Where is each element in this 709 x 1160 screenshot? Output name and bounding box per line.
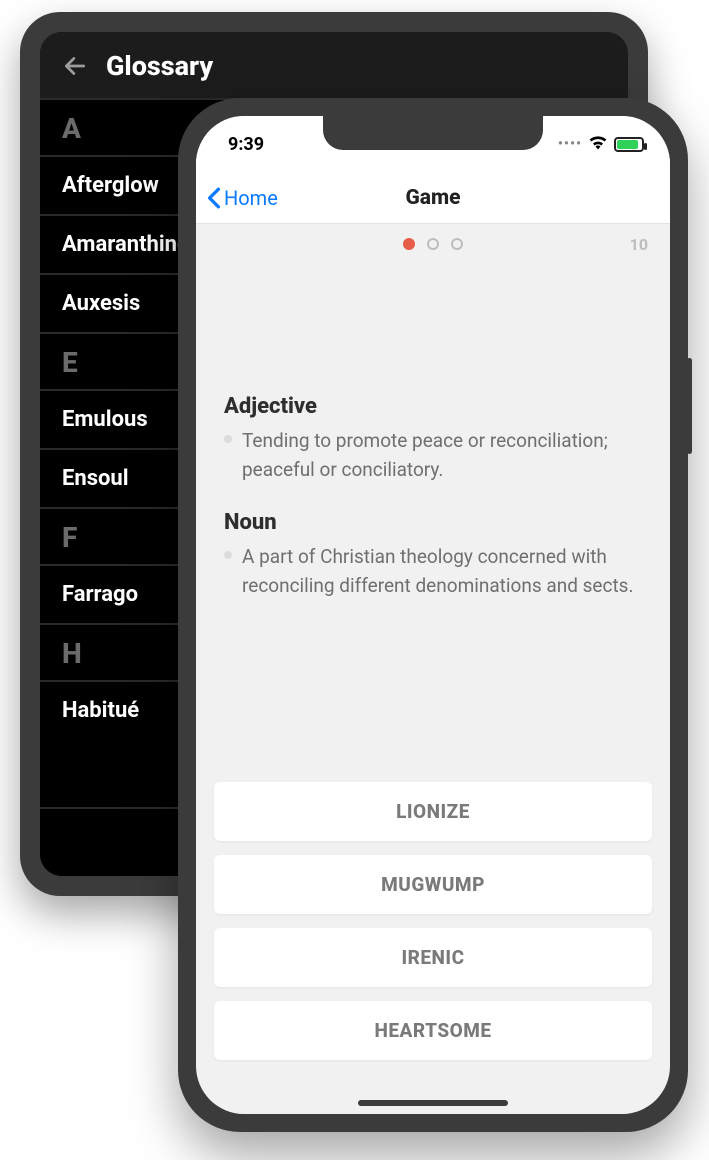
- answer-option[interactable]: MUGWUMP: [214, 855, 652, 914]
- definition-text: A part of Christian theology concerned w…: [242, 543, 642, 600]
- progress-indicator: 10: [196, 224, 670, 264]
- page-title: Game: [405, 186, 460, 210]
- home-indicator[interactable]: [358, 1100, 508, 1106]
- status-time: 9:39: [228, 134, 264, 155]
- signal-icon: ••••: [558, 136, 582, 152]
- notch: [323, 116, 543, 150]
- back-label: Home: [224, 186, 278, 210]
- glossary-title: Glossary: [106, 50, 213, 82]
- answer-option[interactable]: HEARTSOME: [214, 1001, 652, 1060]
- bullet-icon: [224, 551, 232, 559]
- part-of-speech: Adjective: [224, 394, 642, 419]
- game-screen: 9:39 •••• Home Game: [196, 116, 670, 1114]
- progress-dot-active: [403, 238, 415, 250]
- phone-game: 9:39 •••• Home Game: [178, 98, 688, 1132]
- answer-option[interactable]: LIONIZE: [214, 782, 652, 841]
- back-button[interactable]: Home: [206, 186, 278, 210]
- glossary-header: Glossary: [40, 32, 628, 98]
- nav-bar: Home Game: [196, 172, 670, 224]
- answer-option[interactable]: IRENIC: [214, 928, 652, 987]
- part-of-speech: Noun: [224, 510, 642, 535]
- wifi-icon: [588, 134, 608, 155]
- progress-dot: [451, 238, 463, 250]
- battery-icon: [614, 137, 644, 152]
- progress-total: 10: [630, 235, 648, 254]
- side-button: [687, 358, 692, 454]
- definition-text: Tending to promote peace or reconciliati…: [242, 427, 642, 484]
- bullet-icon: [224, 435, 232, 443]
- progress-dot: [427, 238, 439, 250]
- question-body: Adjective Tending to promote peace or re…: [196, 264, 670, 782]
- back-arrow-icon[interactable]: [62, 53, 88, 79]
- answer-options: LIONIZE MUGWUMP IRENIC HEARTSOME: [196, 782, 670, 1114]
